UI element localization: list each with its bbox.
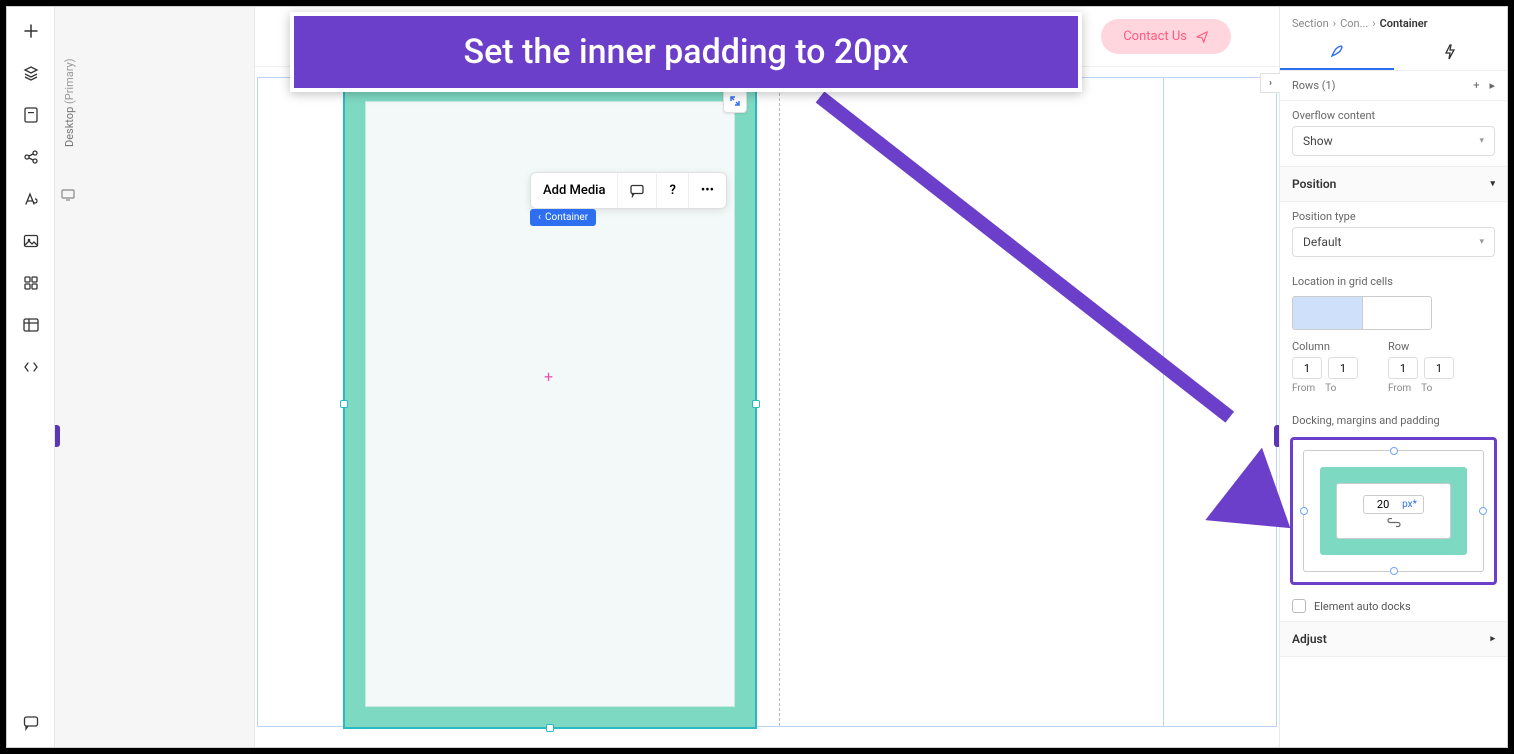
text-icon[interactable]	[21, 189, 41, 209]
expand-rows-icon[interactable]: ▸	[1489, 79, 1495, 92]
checkbox-icon[interactable]	[1292, 599, 1306, 613]
grid-location-picker[interactable]	[1292, 296, 1432, 330]
element-badge[interactable]: ‹ Container	[530, 209, 596, 226]
row-label: Row	[1388, 340, 1454, 353]
padding-value-input[interactable]	[1370, 498, 1396, 511]
column-outline	[1163, 78, 1164, 726]
position-section[interactable]: Position▾	[1280, 166, 1507, 202]
left-toolbar	[7, 7, 55, 747]
table-icon[interactable]	[21, 315, 41, 335]
canvas[interactable]: Bright Lanterns Marketing Home Contact U…	[255, 7, 1279, 747]
layers-icon[interactable]	[21, 63, 41, 83]
inspector-tabs	[1280, 36, 1507, 71]
overflow-label: Overflow content	[1280, 101, 1507, 126]
grid-location-label: Location in grid cells	[1280, 267, 1507, 292]
padding-input-group: px*	[1363, 495, 1424, 514]
adjust-section[interactable]: Adjust▸	[1280, 621, 1507, 657]
resize-handle[interactable]	[546, 724, 554, 732]
add-media-button[interactable]: Add Media	[531, 173, 618, 208]
tab-design[interactable]	[1280, 36, 1394, 70]
padding-control[interactable]: px*	[1290, 437, 1497, 585]
device-label: Desktop (Primary)	[63, 58, 76, 147]
link-padding-icon[interactable]	[1387, 518, 1401, 528]
apps-icon[interactable]	[21, 273, 41, 293]
instruction-banner: Set the inner padding to 20px	[290, 12, 1082, 92]
dock-handle[interactable]	[1390, 447, 1398, 455]
more-icon[interactable]: •••	[689, 173, 726, 208]
resize-handle[interactable]	[340, 400, 348, 408]
collapse-panel-button[interactable]: ›	[1260, 73, 1280, 93]
code-icon[interactable]	[21, 357, 41, 377]
overflow-select[interactable]: Show▾	[1292, 126, 1495, 156]
desktop-icon[interactable]	[61, 189, 75, 201]
padding-unit[interactable]: px*	[1402, 499, 1417, 510]
dock-handle[interactable]	[1479, 507, 1487, 515]
auto-dock-checkbox[interactable]: Element auto docks	[1280, 591, 1507, 621]
add-row-icon[interactable]: +	[1473, 79, 1479, 92]
resize-handle[interactable]	[752, 400, 760, 408]
column-label: Column	[1292, 340, 1358, 353]
comment-icon[interactable]	[618, 174, 657, 208]
row-from-input[interactable]	[1388, 357, 1418, 379]
help-icon[interactable]: ?	[657, 173, 688, 208]
chat-icon[interactable]	[21, 713, 41, 733]
docking-label: Docking, margins and padding	[1280, 400, 1507, 431]
expand-button[interactable]	[723, 89, 747, 113]
rows-header[interactable]: Rows (1) + ▸	[1280, 71, 1507, 101]
layers-panel: Desktop (Primary)	[55, 7, 255, 747]
row-to-input[interactable]	[1424, 357, 1454, 379]
scroll-marker	[55, 425, 60, 447]
add-element-icon[interactable]: +	[544, 367, 553, 386]
breadcrumb[interactable]: Section › Con... › Container	[1280, 7, 1507, 36]
tab-interactions[interactable]	[1394, 36, 1508, 70]
dock-handle[interactable]	[1390, 567, 1398, 575]
add-icon[interactable]	[21, 21, 41, 41]
inspector-panel: › Section › Con... › Container Rows (1) …	[1279, 7, 1507, 747]
position-type-select[interactable]: Default▾	[1292, 227, 1495, 257]
element-toolbar: Add Media ? •••	[530, 172, 727, 209]
page-icon[interactable]	[21, 105, 41, 125]
share-icon[interactable]	[21, 147, 41, 167]
image-icon[interactable]	[21, 231, 41, 251]
contact-button[interactable]: Contact Us	[1101, 19, 1231, 54]
position-type-label: Position type	[1280, 202, 1507, 227]
column-to-input[interactable]	[1328, 357, 1358, 379]
column-divider	[779, 78, 780, 726]
column-from-input[interactable]	[1292, 357, 1322, 379]
chevron-down-icon: ▾	[1479, 136, 1484, 146]
send-icon	[1195, 30, 1209, 44]
